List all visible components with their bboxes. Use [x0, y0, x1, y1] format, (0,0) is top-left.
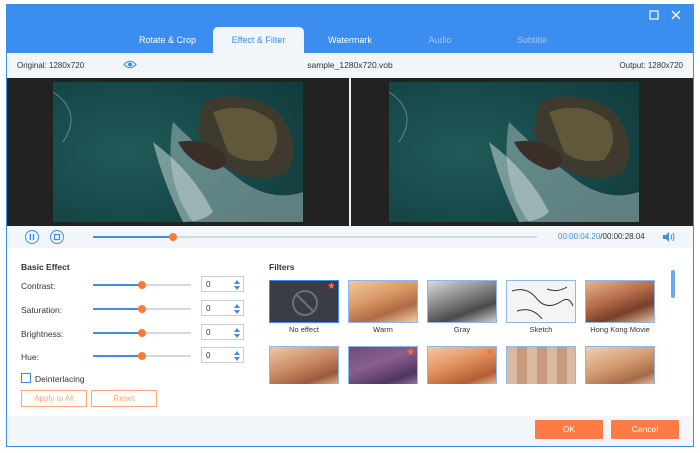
filter-thumbnail [585, 280, 655, 323]
brightness-stepper[interactable]: 0 [201, 324, 244, 340]
filters-scrollbar[interactable] [671, 270, 675, 298]
filters-grid: ★ No effect Warm Gray Sketch Hong Kong M… [269, 280, 669, 384]
saturation-slider[interactable] [93, 305, 191, 313]
settings-panel: Basic Effect Contrast: 0 Saturation: 0 B… [7, 248, 693, 416]
tab-watermark[interactable]: Watermark [310, 27, 390, 53]
ok-button[interactable]: OK [535, 420, 603, 439]
filter-thumbnail [269, 346, 339, 384]
progress-fill [93, 236, 173, 238]
volume-icon[interactable] [662, 231, 676, 243]
tab-subtitle[interactable]: Subtitle [497, 27, 567, 53]
increment-icon[interactable] [234, 351, 240, 355]
filter-thumbnail [427, 280, 497, 323]
tab-audio[interactable]: Audio [405, 27, 475, 53]
tab-effect-filter[interactable]: Effect & Filter [213, 27, 304, 53]
time-display: 00:00:04.20/00:00:28.04 [558, 232, 645, 241]
filter-thumbnail [506, 346, 576, 384]
contrast-slider[interactable] [93, 281, 191, 289]
preview-area [7, 78, 693, 226]
filters-title: Filters [269, 262, 295, 272]
filter-thumbnail [585, 346, 655, 384]
contrast-label: Contrast: [21, 281, 56, 291]
saturation-value: 0 [206, 304, 211, 313]
star-icon: ★ [406, 347, 415, 358]
filter-thumbnail [348, 280, 418, 323]
total-time: /00:00:28.04 [600, 232, 645, 241]
saturation-label: Saturation: [21, 305, 63, 315]
star-icon: ★ [327, 281, 336, 292]
maximize-icon[interactable] [648, 10, 660, 22]
title-bar: Rotate & Crop Effect & Filter Watermark … [7, 5, 693, 53]
footer-bar: OK Cancel [7, 416, 693, 446]
preview-divider [349, 78, 351, 226]
file-name: sample_1280x720.vob [307, 60, 393, 70]
current-time: 00:00:04.20 [558, 232, 601, 241]
original-preview [53, 82, 303, 222]
deinterlacing-label: Deinterlacing [35, 374, 85, 384]
stop-button[interactable] [50, 230, 64, 244]
brightness-label: Brightness: [21, 329, 64, 339]
deinterlacing-checkbox[interactable] [21, 373, 31, 383]
info-bar: Original: 1280x720 sample_1280x720.vob O… [7, 53, 693, 78]
decrement-icon[interactable] [234, 334, 240, 338]
reset-button[interactable]: Reset [91, 390, 157, 407]
contrast-stepper[interactable]: 0 [201, 276, 244, 292]
brightness-value: 0 [206, 328, 211, 337]
decrement-icon[interactable] [234, 357, 240, 361]
apply-to-all-button[interactable]: Apply to All [21, 390, 87, 407]
filter-label: Sketch [529, 325, 553, 334]
filter-label: Gray [453, 325, 471, 334]
filter-thumbnail: ★ [348, 346, 418, 384]
close-icon[interactable] [670, 10, 682, 22]
filter-thumbnail: ★ [427, 346, 497, 384]
brightness-slider[interactable] [93, 329, 191, 337]
star-icon: ★ [485, 347, 494, 358]
progress-handle[interactable] [168, 233, 177, 241]
increment-icon[interactable] [234, 280, 240, 284]
increment-icon[interactable] [234, 304, 240, 308]
filter-thumbnail [506, 280, 576, 323]
filter-label: No effect [289, 325, 319, 334]
output-resolution: Output: 1280x720 [619, 61, 683, 70]
progress-track[interactable] [93, 233, 537, 241]
hue-label: Hue: [21, 352, 39, 362]
filter-label: Warm [373, 325, 393, 334]
tab-rotate-crop[interactable]: Rotate & Crop [125, 27, 210, 53]
hue-stepper[interactable]: 0 [201, 347, 244, 363]
filter-thumbnail: ★ [269, 280, 339, 323]
playback-bar: 00:00:04.20/00:00:28.04 [7, 226, 693, 248]
editor-window: Rotate & Crop Effect & Filter Watermark … [6, 4, 694, 447]
basic-effect-title: Basic Effect [21, 262, 70, 272]
output-preview [389, 82, 639, 222]
saturation-stepper[interactable]: 0 [201, 300, 244, 316]
contrast-slider-handle[interactable] [138, 281, 146, 289]
hue-slider-handle[interactable] [138, 352, 146, 360]
contrast-value: 0 [206, 280, 211, 289]
saturation-slider-handle[interactable] [138, 305, 146, 313]
decrement-icon[interactable] [234, 310, 240, 314]
hue-slider[interactable] [93, 352, 191, 360]
filter-label: Hong Kong Movie [590, 325, 650, 334]
decrement-icon[interactable] [234, 286, 240, 290]
hue-value: 0 [206, 351, 211, 360]
cancel-button[interactable]: Cancel [611, 420, 679, 439]
increment-icon[interactable] [234, 328, 240, 332]
pause-button[interactable] [25, 230, 39, 244]
brightness-slider-handle[interactable] [138, 329, 146, 337]
